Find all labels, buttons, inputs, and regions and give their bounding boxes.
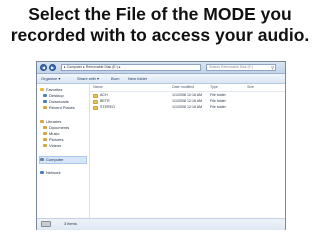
nav-label: Pictures (49, 137, 64, 142)
nav-label: Favorites (46, 87, 63, 92)
file-date: 1/1/2008 12:16 AM (172, 99, 203, 103)
nav-label: Computer (46, 157, 64, 162)
nav-computer[interactable]: Computer (39, 156, 87, 164)
item-count: 3 items (64, 221, 77, 226)
organize-button[interactable]: Organize ▾ (41, 75, 60, 82)
back-button[interactable]: ◀ (40, 64, 47, 71)
nav-label: Downloads (49, 99, 69, 104)
videos-icon (43, 144, 47, 148)
nav-label: Desktop (49, 93, 64, 98)
explorer-window: ◀ ▶ ▸ Computer ▸ Removable Disk (E:) ▸ S… (36, 61, 286, 230)
file-name: ACH (100, 93, 108, 97)
recent-places-icon (43, 106, 47, 110)
pictures-icon (43, 138, 47, 142)
nav-label: Music (49, 131, 60, 136)
search-placeholder: Search Removable Disk (E:) (209, 65, 254, 69)
slide-title-line-2: recorded with to access your audio. (10, 25, 310, 45)
nav-label: Videos (49, 143, 62, 148)
column-header-size[interactable]: Size (247, 85, 254, 90)
navigation-pane: Favorites Desktop Downloads Recent Place… (37, 84, 90, 218)
folder-icon (93, 100, 98, 104)
desktop-icon (43, 94, 47, 98)
column-header-type[interactable]: Type (210, 85, 218, 90)
file-type: File folder (210, 93, 226, 97)
star-icon (40, 88, 44, 92)
address-bar: ◀ ▶ ▸ Computer ▸ Removable Disk (E:) ▸ S… (37, 62, 285, 74)
computer-icon (40, 158, 44, 162)
column-header-name[interactable]: Name (93, 85, 103, 90)
file-name: STEREO (100, 105, 115, 109)
file-type: File folder (210, 99, 226, 103)
folder-icon (93, 106, 98, 110)
slide-title-line-1: Select the File of the MODE you (28, 4, 292, 24)
library-icon (40, 120, 44, 124)
burn-button[interactable]: Burn (111, 75, 119, 82)
file-date: 1/1/2008 12:16 AM (172, 93, 203, 97)
search-icon: ⚲ (271, 65, 274, 70)
documents-icon (43, 126, 47, 130)
nav-recent-places[interactable]: Recent Places (43, 105, 75, 111)
share-with-button[interactable]: Share with ▾ (77, 75, 99, 82)
forward-button[interactable]: ▶ (49, 64, 56, 71)
nav-network[interactable]: Network (40, 170, 61, 176)
file-date: 1/1/2008 12:16 AM (172, 105, 203, 109)
nav-label: Network (46, 170, 61, 175)
address-field[interactable]: ▸ Computer ▸ Removable Disk (E:) ▸ (61, 64, 201, 71)
new-folder-button[interactable]: New folder (128, 75, 147, 82)
command-bar: Organize ▾ Share with ▾ Burn New folder (37, 74, 285, 84)
file-name: BETR (100, 99, 110, 103)
drive-icon (41, 221, 51, 227)
file-list: Name Date modified Type Size ACH 1/1/200… (90, 84, 285, 218)
nav-videos[interactable]: Videos (43, 143, 61, 149)
header-divider (90, 91, 285, 92)
network-icon (40, 171, 44, 175)
column-header-date-modified[interactable]: Date modified (172, 85, 194, 90)
nav-label: Documents (49, 125, 70, 130)
slide-title: Select the File of the MODE you recorded… (0, 4, 320, 46)
nav-label: Libraries (46, 119, 62, 124)
file-type: File folder (210, 105, 226, 109)
folder-icon (93, 94, 98, 98)
details-pane: 3 items (37, 218, 285, 230)
nav-label: Recent Places (49, 105, 75, 110)
downloads-icon (43, 100, 47, 104)
search-input[interactable]: Search Removable Disk (E:) ⚲ (206, 64, 276, 71)
music-icon (43, 132, 47, 136)
